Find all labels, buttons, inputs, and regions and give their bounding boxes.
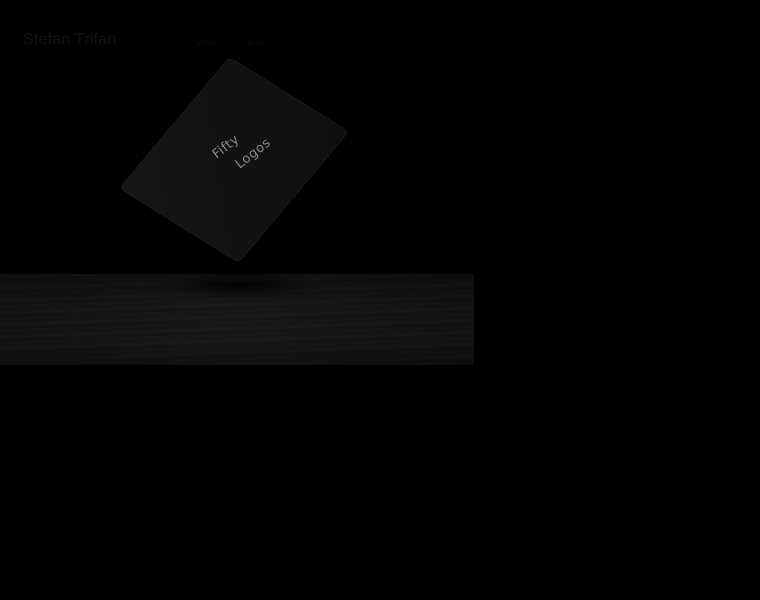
site-title-link[interactable]: Stefan Trifan (23, 31, 116, 49)
nav-link-work[interactable]: Work (196, 38, 219, 49)
book-shadow (160, 270, 320, 300)
page: Stefan Trifan Work Info Fifty Logos (0, 0, 760, 600)
main-nav: Work Info (196, 38, 264, 49)
nav-link-info[interactable]: Info (247, 38, 264, 49)
